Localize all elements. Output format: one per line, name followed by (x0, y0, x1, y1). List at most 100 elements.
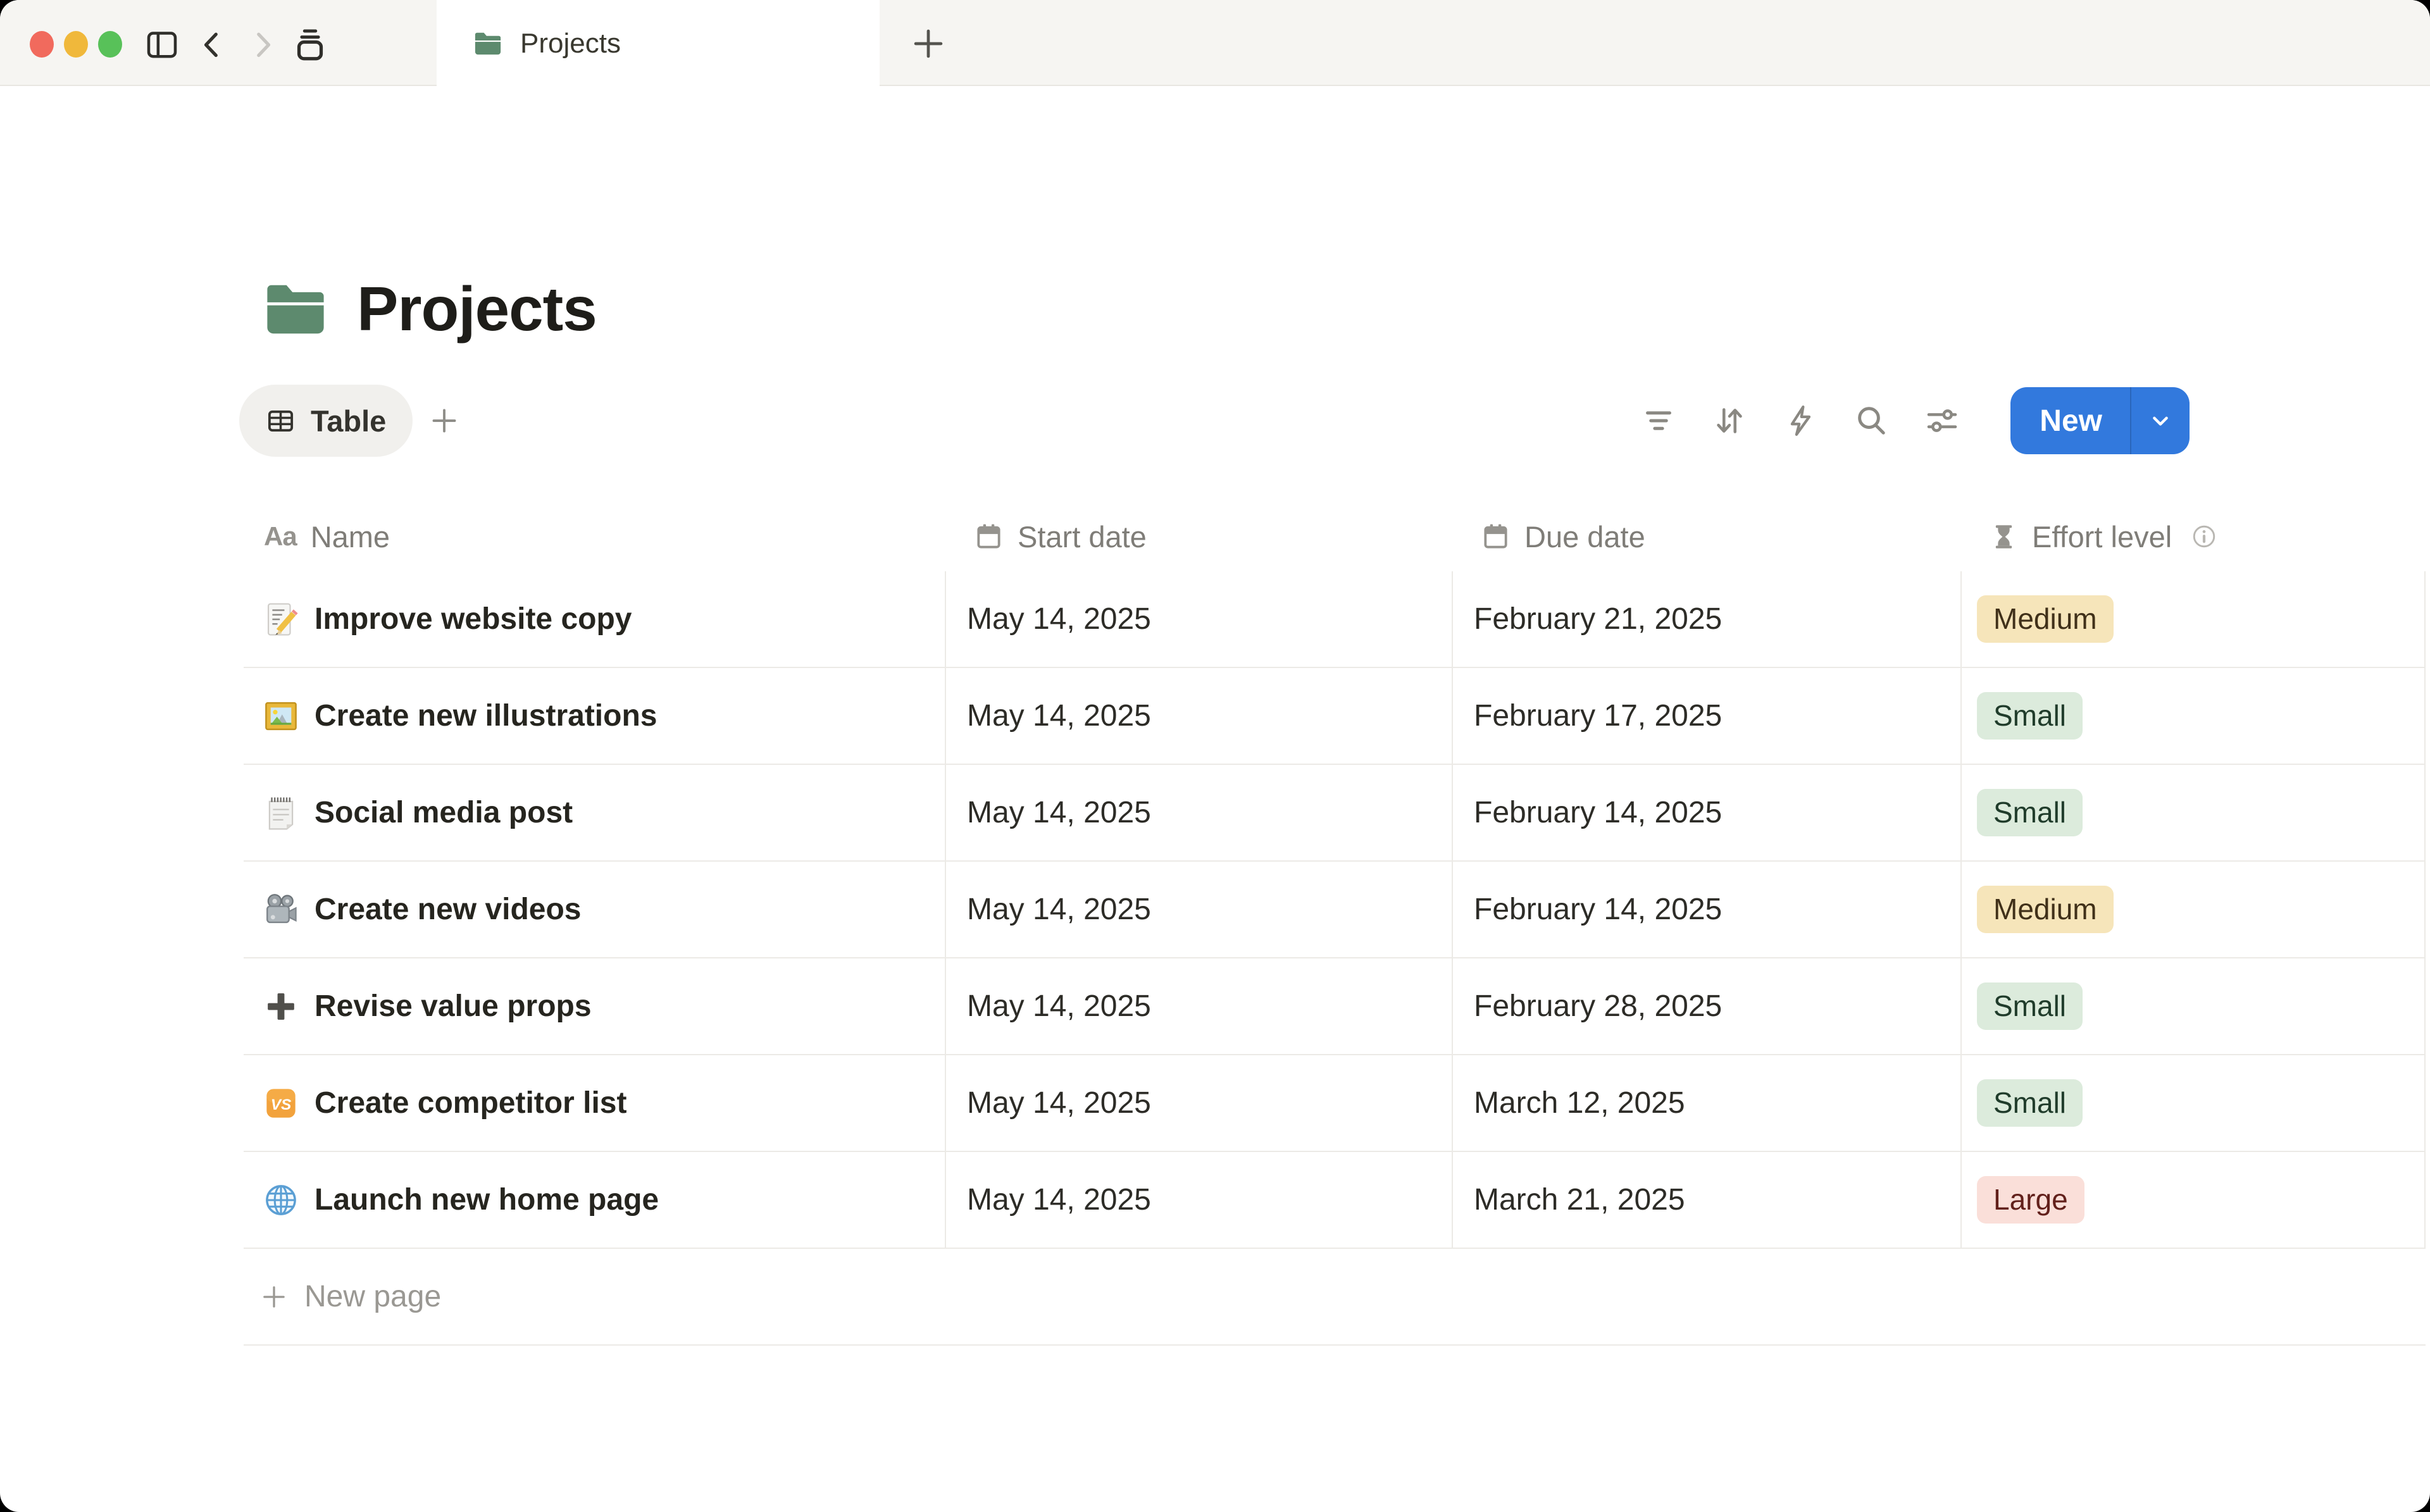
calendar-icon (974, 522, 1004, 552)
task-cell-name[interactable]: Create new videos (244, 862, 946, 957)
new-tab-icon[interactable] (910, 25, 947, 62)
window-titlebar: Projects (0, 0, 2430, 86)
column-label: Name (311, 519, 390, 554)
effort-cell[interactable]: Medium (1962, 571, 2426, 667)
start-date-cell[interactable]: May 14, 2025 (946, 765, 1453, 860)
table-row: Create new illustrations May 14, 2025 Fe… (244, 668, 2426, 765)
sort-icon[interactable] (1712, 403, 1747, 438)
new-page-row[interactable]: New page (244, 1249, 2426, 1346)
browser-tab-projects[interactable]: Projects (437, 0, 880, 87)
effort-badge: Large (1977, 1176, 2084, 1224)
column-header-effort-level[interactable]: Effort level (1962, 519, 2426, 554)
table-grid-icon (266, 406, 296, 436)
globe-icon (263, 1182, 299, 1218)
effort-badge: Medium (1977, 595, 2114, 643)
column-header-due-date[interactable]: Due date (1453, 519, 1962, 554)
settings-sliders-icon[interactable] (1924, 403, 1960, 438)
framed-picture-icon (263, 698, 299, 734)
page-header: Projects (263, 273, 2430, 345)
start-date-cell[interactable]: May 14, 2025 (946, 958, 1453, 1054)
task-title: Launch new home page (315, 1182, 659, 1217)
effort-cell[interactable]: Medium (1962, 862, 2426, 957)
task-cell-name[interactable]: Launch new home page (244, 1152, 946, 1248)
new-page-label: New page (304, 1279, 441, 1314)
effort-badge: Small (1977, 789, 2083, 836)
close-button[interactable] (30, 31, 54, 58)
page-content: Projects Table (0, 273, 2430, 1346)
page-folder-icon (263, 282, 328, 337)
column-header-name[interactable]: Aa Name (244, 519, 946, 554)
spiral-notepad-icon (263, 795, 299, 831)
due-date-cell[interactable]: February 14, 2025 (1453, 862, 1962, 957)
task-title: Create competitor list (315, 1086, 626, 1120)
svg-text:VS: VS (271, 1096, 292, 1113)
task-cell-name[interactable]: VS Create competitor list (244, 1055, 946, 1151)
view-tab-label: Table (311, 404, 386, 438)
info-icon[interactable] (2191, 523, 2217, 550)
calendar-icon (1481, 522, 1511, 552)
column-label: Due date (1524, 519, 1645, 554)
task-title: Create new illustrations (315, 698, 657, 733)
sidebar-toggle-icon[interactable] (144, 27, 180, 62)
chevron-down-icon (2146, 407, 2174, 435)
effort-cell[interactable]: Small (1962, 765, 2426, 860)
tab-stack-icon[interactable] (292, 27, 328, 62)
start-date-cell[interactable]: May 14, 2025 (946, 1152, 1453, 1248)
database-actions: New (1641, 387, 2190, 454)
column-header-start-date[interactable]: Start date (946, 519, 1453, 554)
effort-badge: Small (1977, 982, 2083, 1030)
task-cell-name[interactable]: Create new illustrations (244, 668, 946, 764)
column-label: Start date (1018, 519, 1147, 554)
new-button[interactable]: New (2010, 387, 2130, 454)
task-title: Revise value props (315, 989, 592, 1024)
task-title: Social media post (315, 795, 573, 830)
automation-bolt-icon[interactable] (1783, 403, 1818, 438)
view-tab-table[interactable]: Table (239, 385, 413, 457)
task-cell-name[interactable]: Revise value props (244, 958, 946, 1054)
effort-cell[interactable]: Small (1962, 1055, 2426, 1151)
new-button-group: New (2010, 387, 2190, 454)
zoom-button[interactable] (98, 31, 122, 58)
table-row: VS Create competitor list May 14, 2025 M… (244, 1055, 2426, 1152)
table-header-row: Aa Name Start date (244, 502, 2426, 571)
app-window: Projects Projects Table (0, 0, 2430, 1512)
search-icon[interactable] (1854, 403, 1889, 438)
hourglass-icon (1990, 523, 2018, 551)
new-button-caret[interactable] (2131, 387, 2190, 454)
add-view-icon[interactable] (429, 406, 459, 436)
start-date-cell[interactable]: May 14, 2025 (946, 1055, 1453, 1151)
effort-badge: Small (1977, 692, 2083, 740)
task-title: Improve website copy (315, 602, 632, 636)
text-property-icon: Aa (264, 521, 297, 552)
table-row: Revise value props May 14, 2025 February… (244, 958, 2426, 1055)
database-table: Aa Name Start date (244, 502, 2426, 1346)
page-title: Projects (357, 273, 597, 345)
due-date-cell[interactable]: March 12, 2025 (1453, 1055, 1962, 1151)
table-row: Launch new home page May 14, 2025 March … (244, 1152, 2426, 1249)
due-date-cell[interactable]: February 14, 2025 (1453, 765, 1962, 860)
effort-cell[interactable]: Small (1962, 958, 2426, 1054)
view-toolbar: Table (239, 384, 2190, 457)
start-date-cell[interactable]: May 14, 2025 (946, 862, 1453, 957)
column-label: Effort level (2032, 519, 2172, 554)
movie-camera-icon (263, 891, 299, 928)
start-date-cell[interactable]: May 14, 2025 (946, 571, 1453, 667)
due-date-cell[interactable]: February 21, 2025 (1453, 571, 1962, 667)
table-row: Improve website copy May 14, 2025 Februa… (244, 571, 2426, 668)
task-cell-name[interactable]: Improve website copy (244, 571, 946, 667)
back-icon[interactable] (195, 27, 230, 62)
due-date-cell[interactable]: February 17, 2025 (1453, 668, 1962, 764)
plus-icon (260, 1283, 288, 1311)
traffic-lights (30, 31, 122, 58)
effort-cell[interactable]: Small (1962, 668, 2426, 764)
filter-icon[interactable] (1641, 403, 1676, 438)
task-cell-name[interactable]: Social media post (244, 765, 946, 860)
due-date-cell[interactable]: February 28, 2025 (1453, 958, 1962, 1054)
effort-badge: Medium (1977, 886, 2114, 933)
table-row: Create new videos May 14, 2025 February … (244, 862, 2426, 958)
minimize-button[interactable] (64, 31, 88, 58)
effort-cell[interactable]: Large (1962, 1152, 2426, 1248)
due-date-cell[interactable]: March 21, 2025 (1453, 1152, 1962, 1248)
start-date-cell[interactable]: May 14, 2025 (946, 668, 1453, 764)
forward-icon[interactable] (244, 27, 280, 62)
